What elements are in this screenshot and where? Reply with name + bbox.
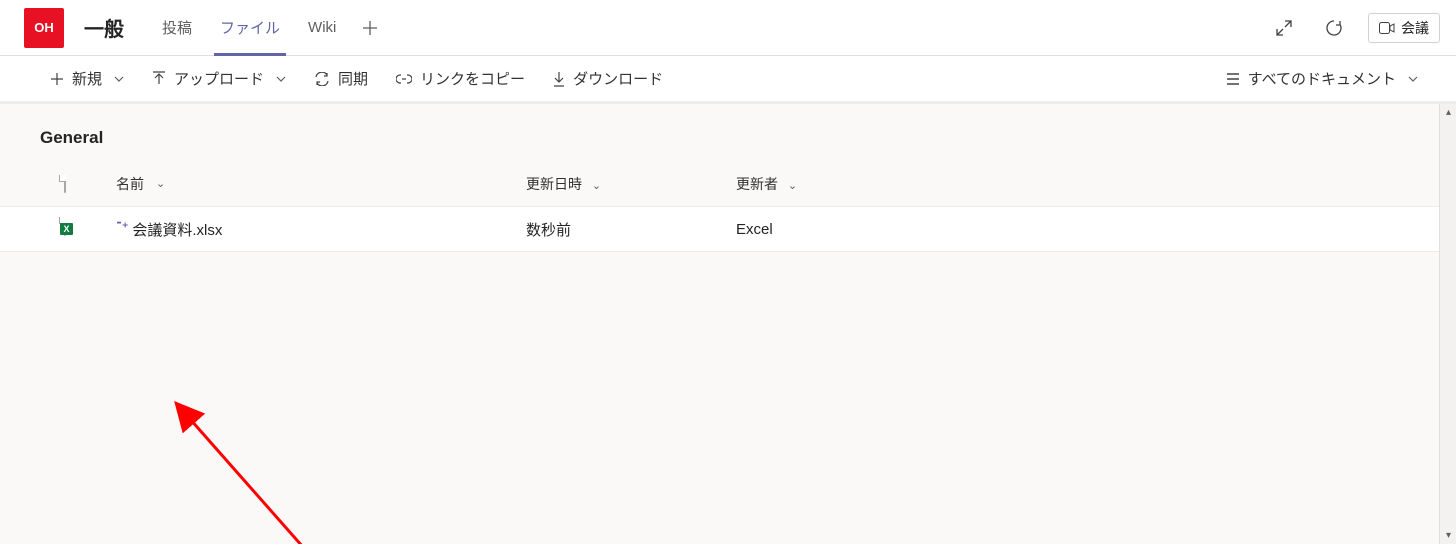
link-icon xyxy=(396,74,412,84)
sync-button[interactable]: 同期 xyxy=(300,56,382,101)
video-icon xyxy=(1379,22,1395,34)
sync-icon xyxy=(314,72,330,86)
scroll-down-arrow[interactable]: ▾ xyxy=(1440,527,1456,544)
plus-icon xyxy=(50,72,64,86)
tab-posts[interactable]: 投稿 xyxy=(148,0,206,55)
meet-label: 会議 xyxy=(1401,18,1429,38)
excel-file-icon: X xyxy=(64,218,82,240)
file-row[interactable]: X ⁃₊ 会議資料.xlsx 数秒前 Excel xyxy=(0,206,1456,252)
cmd-label: すべてのドキュメント xyxy=(1248,68,1396,89)
file-modified-by-cell: Excel xyxy=(736,221,996,238)
chevron-down-icon xyxy=(1408,76,1418,82)
meet-button[interactable]: 会議 xyxy=(1368,13,1440,43)
cmd-label: リンクをコピー xyxy=(420,68,525,89)
channel-name: 一般 xyxy=(84,13,124,42)
download-button[interactable]: ダウンロード xyxy=(539,56,677,101)
file-modified-cell: 数秒前 xyxy=(526,219,736,240)
team-avatar[interactable]: OH xyxy=(24,8,64,48)
channel-header: OH 一般 投稿 ファイル Wiki 会議 xyxy=(0,0,1456,56)
column-label: 更新者 xyxy=(736,176,778,192)
view-switcher[interactable]: すべてのドキュメント xyxy=(1212,68,1432,89)
column-header-modified-by[interactable]: 更新者 ⌄ xyxy=(736,174,996,194)
new-button[interactable]: 新規 xyxy=(36,56,138,101)
file-list-header: 名前 ⌄ 更新日時 ⌄ 更新者 ⌄ xyxy=(0,160,1456,206)
header-actions: 会議 xyxy=(1268,12,1440,44)
files-command-bar: 新規 アップロード 同期 リンクをコピー ダウンロード すべてのドキュメント xyxy=(0,56,1456,104)
cmd-label: 新規 xyxy=(72,68,102,89)
cmd-label: 同期 xyxy=(338,68,368,89)
expand-icon xyxy=(1276,20,1292,36)
file-name-cell[interactable]: ⁃₊ 会議資料.xlsx xyxy=(116,219,526,240)
files-pane: General 名前 ⌄ 更新日時 ⌄ 更新者 ⌄ xyxy=(0,104,1456,544)
list-icon xyxy=(1226,73,1240,85)
column-label: 更新日時 xyxy=(526,176,582,192)
channel-tabs: 投稿 ファイル Wiki xyxy=(148,0,390,55)
plus-icon xyxy=(362,20,378,36)
tab-wiki[interactable]: Wiki xyxy=(294,0,350,55)
new-item-badge: ⁃₊ xyxy=(116,216,128,230)
folder-title: General xyxy=(0,104,1456,160)
tab-label: ファイル xyxy=(220,17,280,38)
chevron-down-icon xyxy=(276,76,286,82)
cmd-label: ダウンロード xyxy=(573,68,663,89)
expand-button[interactable] xyxy=(1268,12,1300,44)
chevron-down-icon: ⌄ xyxy=(592,180,601,192)
column-label: 名前 xyxy=(116,174,144,194)
tab-files[interactable]: ファイル xyxy=(206,0,294,55)
upload-icon xyxy=(152,71,166,87)
refresh-button[interactable] xyxy=(1318,12,1350,44)
file-icon xyxy=(64,176,66,192)
chevron-down-icon: ⌄ xyxy=(156,177,165,190)
upload-button[interactable]: アップロード xyxy=(138,56,300,101)
column-header-name[interactable]: 名前 ⌄ xyxy=(116,174,526,194)
refresh-icon xyxy=(1325,19,1343,37)
scrollbar[interactable]: ▴ ▾ xyxy=(1439,104,1456,544)
annotation-arrow xyxy=(160,389,360,544)
copy-link-button[interactable]: リンクをコピー xyxy=(382,56,539,101)
download-icon xyxy=(553,71,565,87)
column-header-modified[interactable]: 更新日時 ⌄ xyxy=(526,174,736,194)
file-list: 名前 ⌄ 更新日時 ⌄ 更新者 ⌄ X xyxy=(0,160,1456,252)
tab-label: Wiki xyxy=(308,19,336,36)
column-header-type[interactable] xyxy=(64,176,116,192)
chevron-down-icon xyxy=(114,76,124,82)
tab-label: 投稿 xyxy=(162,17,192,38)
chevron-down-icon: ⌄ xyxy=(788,180,797,192)
scroll-up-arrow[interactable]: ▴ xyxy=(1440,104,1456,121)
file-name: 会議資料.xlsx xyxy=(132,219,222,240)
cmd-label: アップロード xyxy=(174,68,264,89)
add-tab-button[interactable] xyxy=(350,20,390,36)
file-type-cell: X xyxy=(64,218,116,240)
